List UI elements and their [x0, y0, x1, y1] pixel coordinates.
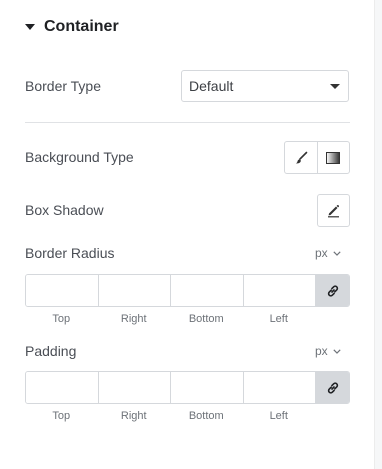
field-label-right: Right	[120, 410, 147, 422]
field-label-top: Top	[52, 313, 71, 325]
field-label-right: Right	[120, 313, 147, 325]
border-radius-right-input[interactable]	[98, 275, 171, 306]
padding-bottom-input[interactable]	[171, 372, 244, 403]
padding-inputs	[25, 371, 350, 404]
border-radius-field-labels: Top Right Bottom Left	[25, 313, 315, 325]
padding-top-input[interactable]	[26, 372, 99, 403]
field-label-bottom: Bottom	[188, 410, 224, 422]
border-radius-label: Border Radius	[25, 245, 115, 261]
section-header-container[interactable]: Container	[25, 17, 119, 37]
border-radius-unit-select[interactable]: px	[315, 246, 341, 260]
border-radius-left-input[interactable]	[243, 275, 316, 306]
border-type-label: Border Type	[25, 78, 102, 94]
padding-unit-select[interactable]: px	[315, 344, 341, 358]
section-title: Container	[44, 18, 119, 35]
box-shadow-label: Box Shadow	[25, 202, 104, 218]
chevron-down-icon	[333, 348, 341, 354]
padding-label: Padding	[25, 343, 77, 359]
box-shadow-edit-button[interactable]	[317, 194, 350, 227]
caret-down-icon	[25, 24, 35, 30]
divider	[25, 122, 350, 123]
background-classic-button[interactable]	[285, 142, 317, 173]
link-icon	[327, 284, 338, 297]
gradient-icon	[326, 151, 341, 164]
style-panel: Container Border Type Default Background…	[0, 0, 375, 469]
brush-icon	[295, 151, 308, 163]
border-radius-inputs	[25, 274, 350, 307]
background-gradient-button[interactable]	[316, 142, 350, 173]
padding-right-input[interactable]	[98, 372, 171, 403]
border-type-value: Default	[189, 78, 234, 94]
unit-label: px	[315, 344, 328, 358]
border-radius-top-input[interactable]	[26, 275, 99, 306]
border-type-select[interactable]: Default	[181, 70, 349, 102]
unit-label: px	[315, 246, 328, 260]
pencil-icon	[328, 204, 340, 218]
field-label-bottom: Bottom	[188, 313, 224, 325]
padding-link-button[interactable]	[316, 372, 349, 403]
field-label-left: Left	[269, 410, 288, 422]
border-radius-link-button[interactable]	[316, 275, 349, 306]
scrollbar-track[interactable]	[374, 0, 382, 469]
background-type-label: Background Type	[25, 149, 134, 165]
padding-field-labels: Top Right Bottom Left	[25, 410, 315, 422]
field-label-left: Left	[269, 313, 288, 325]
padding-left-input[interactable]	[243, 372, 316, 403]
background-type-choices	[284, 141, 350, 174]
border-radius-bottom-input[interactable]	[171, 275, 244, 306]
chevron-down-icon	[330, 83, 340, 89]
chevron-down-icon	[333, 250, 341, 256]
field-label-top: Top	[52, 410, 71, 422]
link-icon	[327, 381, 338, 394]
